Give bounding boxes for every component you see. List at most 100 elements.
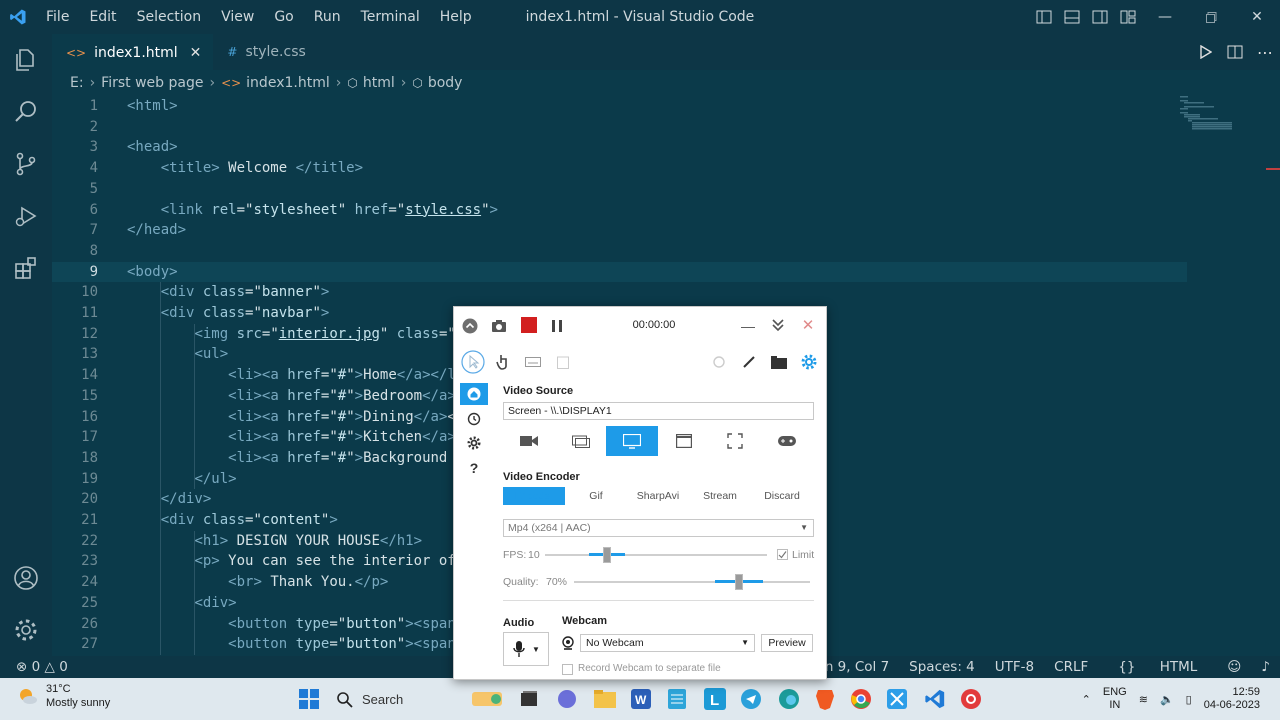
minimize-icon[interactable]: — xyxy=(740,318,756,334)
language-indicator[interactable]: ENG IN xyxy=(1097,686,1133,712)
encoder-select[interactable]: Mp4 (x264 | AAC) ▼ xyxy=(503,519,814,537)
menu-view[interactable]: View xyxy=(211,0,264,34)
gamepad-source-button[interactable] xyxy=(761,426,813,456)
tab-encoder[interactable]: Encoder xyxy=(503,487,565,505)
status-encoding[interactable]: UTF-8 xyxy=(985,656,1044,678)
run-debug-icon[interactable] xyxy=(0,190,52,242)
search-highlight-icon[interactable] xyxy=(468,686,508,712)
code-line[interactable]: 8 xyxy=(52,241,1187,262)
settings-gear-icon[interactable] xyxy=(800,353,818,371)
status-indentation[interactable]: Spaces: 4 xyxy=(899,656,985,678)
notepad-icon[interactable] xyxy=(664,686,690,712)
close-icon[interactable]: ✕ xyxy=(800,317,816,334)
toggle-panel-icon[interactable] xyxy=(1058,0,1086,34)
settings-gear-icon[interactable] xyxy=(0,604,52,656)
double-chevron-down-icon[interactable] xyxy=(770,317,786,333)
help-question-icon[interactable]: ? xyxy=(460,457,488,479)
chevron-up-icon[interactable]: ⌃ xyxy=(1076,693,1097,706)
home-icon[interactable] xyxy=(460,383,488,405)
accounts-icon[interactable] xyxy=(0,552,52,604)
tab-index1-html[interactable]: <> index1.html ✕ xyxy=(52,34,214,70)
app-l-icon[interactable]: L xyxy=(702,686,728,712)
cursor-icon[interactable] xyxy=(460,349,486,375)
tab-style-css[interactable]: # style.css xyxy=(213,34,317,70)
battery-icon[interactable]: ▯ xyxy=(1180,693,1198,706)
fps-slider-thumb[interactable] xyxy=(603,547,611,563)
clock[interactable]: 12:59 04-06-2023 xyxy=(1198,686,1280,712)
tab-discard[interactable]: Discard xyxy=(751,487,813,505)
vscode-taskbar-icon[interactable] xyxy=(922,686,948,712)
keyboard-icon[interactable] xyxy=(524,353,542,371)
code-line[interactable]: 7 </head> xyxy=(52,220,1187,241)
teams-chat-icon[interactable] xyxy=(554,686,580,712)
record-webcam-separate-checkbox[interactable] xyxy=(562,664,573,675)
record-stop-button[interactable] xyxy=(521,317,537,333)
minimap[interactable] xyxy=(1180,96,1240,156)
wifi-icon[interactable]: ≋ xyxy=(1133,693,1154,706)
search-icon[interactable] xyxy=(0,86,52,138)
task-view-icon[interactable] xyxy=(516,686,542,712)
code-line[interactable]: 10 <div class="banner"> xyxy=(52,282,1187,303)
folder-icon[interactable] xyxy=(770,353,788,371)
split-editor-icon[interactable] xyxy=(1220,34,1250,70)
preview-button[interactable]: Preview xyxy=(761,634,813,652)
feedback-icon[interactable]: ☺ xyxy=(1217,656,1251,678)
code-line[interactable]: 6 <link rel="stylesheet" href="style.css… xyxy=(52,200,1187,221)
fullscreen-source-button[interactable] xyxy=(709,426,761,456)
fps-slider-track[interactable] xyxy=(545,554,767,556)
history-icon[interactable] xyxy=(460,408,488,430)
tab-gif[interactable]: Gif xyxy=(565,487,627,505)
menu-edit[interactable]: Edit xyxy=(79,0,126,34)
notifications-bell-icon[interactable]: ♪ xyxy=(1251,656,1280,678)
webcam-select[interactable]: No Webcam ▼ xyxy=(580,634,755,652)
screen-recorder-icon[interactable] xyxy=(958,686,984,712)
word-icon[interactable]: W xyxy=(628,686,654,712)
menu-terminal[interactable]: Terminal xyxy=(351,0,430,34)
pause-button[interactable] xyxy=(550,318,564,334)
window-source-button[interactable] xyxy=(658,426,710,456)
screen-source-button[interactable] xyxy=(606,426,658,456)
code-line[interactable]: 2 xyxy=(52,117,1187,138)
menu-help[interactable]: Help xyxy=(430,0,482,34)
breadcrumb-file[interactable]: index1.html xyxy=(246,75,330,91)
breadcrumb-drive[interactable]: E: xyxy=(70,75,84,91)
clipboard-icon[interactable] xyxy=(554,353,572,371)
toggle-secondary-sidebar-icon[interactable] xyxy=(1086,0,1114,34)
problems-indicator[interactable]: ⊗ 0 △ 0 xyxy=(16,656,68,678)
run-file-icon[interactable] xyxy=(1190,34,1220,70)
source-control-icon[interactable] xyxy=(0,138,52,190)
customize-layout-icon[interactable] xyxy=(1114,0,1142,34)
collapse-up-icon[interactable] xyxy=(462,318,478,334)
weather-widget[interactable]: 31°C Mostly sunny xyxy=(16,682,110,710)
status-language[interactable]: {} HTML xyxy=(1098,656,1217,678)
status-eol[interactable]: CRLF xyxy=(1044,656,1098,678)
menu-file[interactable]: File xyxy=(36,0,79,34)
menu-selection[interactable]: Selection xyxy=(127,0,212,34)
code-line[interactable]: 5 xyxy=(52,179,1187,200)
limit-checkbox[interactable] xyxy=(777,549,788,560)
windows-start-icon[interactable] xyxy=(296,686,322,712)
explorer-icon[interactable] xyxy=(0,34,52,86)
close-tab-icon[interactable]: ✕ xyxy=(190,45,202,61)
webcam-source-button[interactable] xyxy=(503,426,555,456)
menu-go[interactable]: Go xyxy=(264,0,303,34)
toggle-primary-sidebar-icon[interactable] xyxy=(1030,0,1058,34)
minimize-window-icon[interactable]: — xyxy=(1142,0,1188,34)
edge-icon[interactable] xyxy=(776,686,802,712)
code-line[interactable]: 9 <body> xyxy=(52,261,1187,283)
code-line[interactable]: 1 <html> xyxy=(52,96,1187,117)
camera-screenshot-icon[interactable] xyxy=(490,318,508,334)
region-source-button[interactable] xyxy=(555,426,607,456)
extensions-icon[interactable] xyxy=(0,242,52,294)
breadcrumb-body[interactable]: body xyxy=(428,75,463,91)
tab-sharpavi[interactable]: SharpAvi xyxy=(627,487,689,505)
tab-stream[interactable]: Stream xyxy=(689,487,751,505)
brush-icon[interactable] xyxy=(740,353,758,371)
maximize-window-icon[interactable] xyxy=(1188,0,1234,34)
breadcrumb-folder[interactable]: First web page xyxy=(101,75,203,91)
chrome-icon[interactable] xyxy=(848,686,874,712)
breadcrumb-html[interactable]: html xyxy=(363,75,395,91)
more-actions-icon[interactable]: ⋯ xyxy=(1250,34,1280,70)
snipping-tool-icon[interactable] xyxy=(884,686,910,712)
volume-icon[interactable]: 🔈 xyxy=(1154,693,1180,706)
